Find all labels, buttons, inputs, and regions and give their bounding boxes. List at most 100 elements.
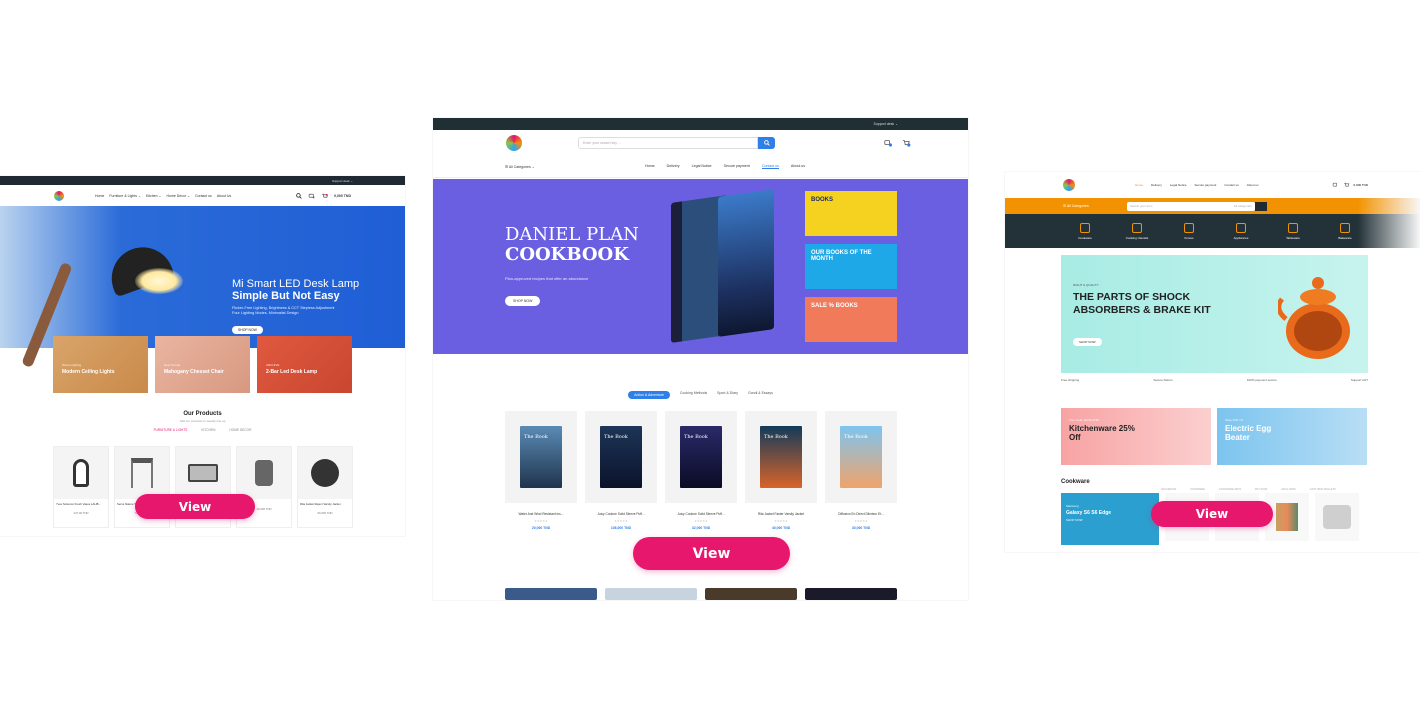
header: Enter your search key ...: [433, 130, 968, 156]
search-input[interactable]: Enter your search key ...: [578, 137, 758, 149]
lamp-light-image: [135, 268, 183, 294]
tab-essays[interactable]: Gondi & Essays: [748, 391, 773, 399]
promo-book-of-month[interactable]: OUR BOOKS OF THE MONTH: [805, 244, 897, 289]
category-appliances[interactable]: Appliances: [1225, 222, 1257, 240]
shop-now-button[interactable]: SHOP NOW: [232, 326, 263, 334]
menu-item-delivery[interactable]: Delivery: [1151, 183, 1162, 187]
tab-grill-pans[interactable]: GRILL PANS: [1281, 488, 1295, 491]
shop-now-button[interactable]: SHOP NOW: [505, 296, 541, 306]
nav-item-furniture[interactable]: Furniture & Lights ⌄: [109, 194, 141, 198]
book-card[interactable]: The Book Juicy Couture Solid Sleeve Puff…: [665, 411, 737, 530]
category-card[interactable]: Wood Lighting Modern Ceiling Lights: [53, 336, 148, 393]
book-card[interactable]: The Book Diffusion En Direct Dilmieur Et…: [825, 411, 897, 530]
book-card[interactable]: The Book Water And Wind Resistant Ins...…: [505, 411, 577, 530]
tab-fry-pans[interactable]: FRY PANS: [1255, 488, 1267, 491]
cart-icon[interactable]: [321, 193, 328, 199]
search-button[interactable]: [758, 137, 775, 149]
tab-furniture[interactable]: FURNITURE & LIGHTS: [154, 428, 188, 432]
all-categories-dropdown[interactable]: ☰ All Categories: [1063, 204, 1089, 208]
menu-item-contact[interactable]: Contact us: [1224, 183, 1238, 187]
cart-icon[interactable]: [1343, 182, 1350, 188]
tab-kitchen[interactable]: KITCHEN: [201, 428, 215, 432]
tab-cookware[interactable]: COOKWARE: [1190, 488, 1205, 491]
hero-title: Mi Smart LED Desk Lamp Simple But Not Ea…: [232, 278, 360, 302]
category-card[interactable]: New Trends Mahogany Chesset Chair: [155, 336, 250, 393]
hero-subtitle: Flicker-Free Lighting, Brightness & CCT …: [232, 306, 335, 315]
promo-sale[interactable]: SALE % BOOKS: [805, 297, 897, 342]
hero-banner: RIGHT & QUALITY THE PARTS OF SHOCK ABSOR…: [1061, 255, 1368, 373]
menu-item-about[interactable]: About us: [1247, 183, 1259, 187]
feature-shipping: Free shipping: [1061, 378, 1080, 382]
category-cookware[interactable]: Cookware: [1069, 222, 1101, 240]
nav-item-home[interactable]: Home: [95, 194, 104, 198]
tab-saucepans[interactable]: SAUCEPANS: [1161, 488, 1176, 491]
search-input[interactable]: Search your item All categories: [1126, 201, 1255, 211]
tab-cast-iron[interactable]: CAST IRON SKILLETS: [1310, 488, 1336, 491]
view-button-books[interactable]: View: [633, 537, 790, 570]
category-bakeware[interactable]: Bakeware: [1329, 222, 1361, 240]
tab-sport[interactable]: Sport & Diary: [717, 391, 738, 399]
galaxy-promo[interactable]: Samsung Galaxy S6 S6 Edge SHOP NOW: [1061, 493, 1159, 545]
cart-icon[interactable]: [901, 139, 911, 147]
preview-lamp-store[interactable]: Support desk ⌄ Home Furniture & Lights ⌄…: [0, 176, 405, 536]
support-desk-link[interactable]: Support desk ⌄: [332, 179, 353, 183]
view-button-kitchen[interactable]: View: [1151, 501, 1273, 527]
shop-now-button[interactable]: SHOP NOW: [1073, 338, 1102, 346]
menu-item-contact[interactable]: Contact us: [761, 164, 779, 169]
tab-action[interactable]: Action & Adventure: [628, 391, 670, 399]
product-card[interactable]: [1315, 493, 1359, 541]
section-title: Our Products: [183, 411, 222, 417]
compare-icon[interactable]: [883, 139, 893, 147]
nav-item-contact[interactable]: Contact us: [195, 194, 212, 198]
search-bar: ☰ All Categories Search your item All cat…: [1005, 198, 1420, 214]
promo-banner-egg-beater[interactable]: Save 40% Of Electric Egg Beater: [1217, 408, 1367, 465]
nav-item-home-decor[interactable]: Home Décor ⌄: [166, 194, 190, 198]
view-button-lamp[interactable]: View: [135, 494, 255, 519]
tableware-icon: [1288, 222, 1298, 233]
nav-item-about[interactable]: About Us: [217, 194, 231, 198]
menu-item-home[interactable]: Home: [645, 164, 655, 169]
tab-home-decor[interactable]: HOME DECOR: [229, 428, 251, 432]
menu-item-legal[interactable]: Legal Notice: [692, 164, 712, 169]
preview-kitchen-store[interactable]: Home Delivery Legal Notice Secure paymen…: [1005, 172, 1420, 552]
menu-item-about[interactable]: About us: [791, 164, 805, 169]
cookware-tabs: SAUCEPANS COOKWARE COOKWARE SETS FRY PAN…: [1161, 488, 1336, 491]
menu-item-delivery[interactable]: Delivery: [667, 164, 680, 169]
hero-title: DANIEL PLAN COOKBOOK: [505, 224, 639, 265]
nav-item-kitchen[interactable]: Kitchen ⌄: [146, 194, 162, 198]
hero-banner: Mi Smart LED Desk Lamp Simple But Not Ea…: [0, 206, 405, 369]
promo-books[interactable]: BOOKS: [805, 191, 897, 236]
hero-subtitle: Plan-approved recipes that offer an abun…: [505, 276, 589, 281]
section-subtitle: Add our products to weekly line up: [179, 419, 226, 423]
category-tableware[interactable]: Tableware: [1277, 222, 1309, 240]
book-grid: The Book Water And Wind Resistant Ins...…: [505, 411, 897, 530]
category-utensils[interactable]: Cooking Utensils: [1121, 222, 1153, 240]
compare-icon[interactable]: [308, 193, 315, 199]
hero-banner: DANIEL PLAN COOKBOOK Plan-approved recip…: [433, 179, 968, 354]
preview-book-store[interactable]: Support desk ⌄ Enter your search key ...…: [433, 118, 968, 600]
book-card[interactable]: The Book Rita Jacket Faster Varsity Jack…: [745, 411, 817, 530]
all-categories-dropdown[interactable]: ☰ All Categories ⌄: [505, 165, 565, 169]
menu-item-payment[interactable]: Secure payment: [724, 164, 750, 169]
promo-banners: Use Code: ECOLATE? Kitchenware 25% Off Sa…: [1061, 408, 1367, 465]
menu-item-payment[interactable]: Secure payment: [1195, 183, 1217, 187]
promo-banner-kitchenware[interactable]: Use Code: ECOLATE? Kitchenware 25% Off: [1061, 408, 1211, 465]
main-nav: Home Furniture & Lights ⌄ Kitchen ⌄ Home…: [0, 185, 405, 206]
menu-item-legal[interactable]: Legal Notice: [1170, 183, 1187, 187]
store-logo[interactable]: [1063, 179, 1075, 191]
store-logo[interactable]: [506, 135, 522, 151]
compare-icon[interactable]: [1332, 182, 1339, 188]
product-card[interactable]: Yves Solomon Fresh Vases LALIB... 137,00 …: [53, 446, 109, 528]
product-card[interactable]: Rita Jacket Reject Varsity Jacket 50,000 …: [297, 446, 353, 528]
menu-item-home[interactable]: Home: [1135, 183, 1143, 187]
category-card[interactable]: ARCHIVE 2-Bar Led Desk Lamp: [257, 336, 352, 393]
search-icon[interactable]: [296, 192, 302, 199]
tab-cooking[interactable]: Cooking Methods: [680, 391, 707, 399]
category-knives[interactable]: Knives: [1173, 222, 1205, 240]
tab-cookware-sets[interactable]: COOKWARE SETS: [1219, 488, 1241, 491]
support-desk-link[interactable]: Support desk ⌄: [873, 122, 898, 126]
book-card[interactable]: The Book Juicy Couture Solid Sleeve Puff…: [585, 411, 657, 530]
store-logo[interactable]: [54, 190, 64, 201]
book-image: [718, 189, 774, 337]
search-button[interactable]: [1254, 201, 1267, 211]
